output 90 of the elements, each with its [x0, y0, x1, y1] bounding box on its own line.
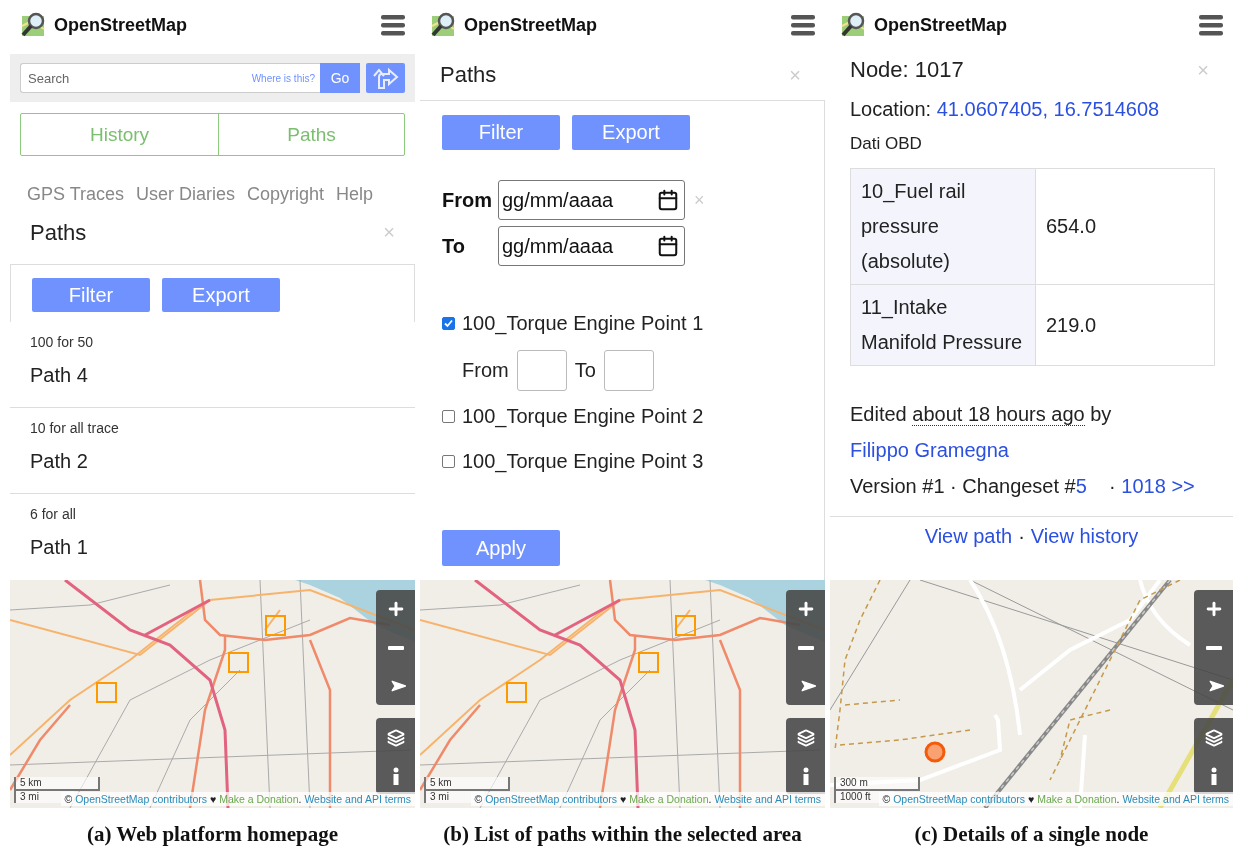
export-button[interactable]: Export: [572, 115, 690, 150]
info-icon: [801, 767, 810, 785]
export-button[interactable]: Export: [162, 278, 280, 312]
sensor-label: 100_Torque Engine Point 2: [462, 404, 704, 428]
search-field[interactable]: Search Where is this?: [20, 63, 320, 93]
attribution-link[interactable]: OpenStreetMap contributors: [893, 793, 1026, 805]
donation-link[interactable]: Make a Donation: [629, 793, 709, 805]
location-text: Location: 41.0607405, 16.7514608: [849, 97, 1161, 122]
attribution-link[interactable]: OpenStreetMap contributors: [485, 793, 618, 805]
calendar-icon[interactable]: [657, 189, 679, 211]
map-attribution: © OpenStreetMap contributors ♥ Make a Donation. Website and API terms: [878, 792, 1233, 806]
attribution-link[interactable]: Website and API terms: [304, 793, 411, 805]
section-title: Dati OBD: [850, 134, 922, 153]
figure-caption: (a) Web platform homepage: [86, 822, 339, 847]
path-name: Path 1: [30, 536, 89, 559]
layers-icon: [796, 729, 815, 747]
path-description: 100 for 50: [30, 334, 95, 350]
calendar-icon[interactable]: [657, 235, 679, 257]
where-is-this-link[interactable]: Where is this?: [251, 72, 315, 84]
donation-link[interactable]: Make a Donation: [219, 793, 299, 805]
sidebar-title: Paths: [440, 62, 497, 88]
nav-link[interactable]: User Diaries: [136, 183, 236, 205]
directions-icon: [372, 67, 399, 89]
apply-button[interactable]: Apply: [442, 530, 560, 566]
app-title[interactable]: OpenStreetMap: [874, 14, 1193, 36]
path-description: 6 for all: [30, 506, 77, 522]
filter-button[interactable]: Filter: [442, 115, 560, 150]
minus-icon: [1205, 645, 1222, 650]
user-link[interactable]: Filippo Gramegna: [850, 439, 1009, 461]
date-field[interactable]: gg/mm/aaaa: [498, 180, 685, 220]
range-to-field[interactable]: [603, 350, 654, 391]
app-title[interactable]: OpenStreetMap: [464, 14, 785, 36]
path-list-item[interactable]: 100 for 50 Path 4: [10, 322, 415, 408]
checkbox[interactable]: [442, 454, 455, 468]
menu-icon[interactable]: [381, 14, 405, 36]
date-label: To: [442, 234, 466, 258]
map-attribution: © OpenStreetMap contributors ♥ Make a Donation. Website and API terms: [470, 792, 825, 806]
figure-caption: (c) Details of a single node: [913, 822, 1150, 847]
nav-link[interactable]: GPS Traces: [27, 183, 125, 205]
attribution-link[interactable]: OpenStreetMap contributors: [75, 793, 208, 805]
edited-text: Edited about 18 hours ago by Filippo Gramegna: [849, 402, 1113, 463]
view-history-link[interactable]: View history: [1030, 525, 1139, 548]
changeset-link[interactable]: 5: [1075, 475, 1087, 497]
sidebar-title: Paths: [30, 219, 87, 246]
menu-icon[interactable]: [1199, 14, 1223, 36]
attribution-link[interactable]: Website and API terms: [714, 793, 821, 805]
menu-icon[interactable]: [791, 14, 815, 36]
checkbox[interactable]: [442, 409, 455, 423]
path-description: 10 for all trace: [30, 420, 120, 436]
figure-caption: (b) List of paths within the selected area: [442, 822, 803, 847]
separator-dot: ·: [1018, 525, 1025, 548]
view-path-link[interactable]: View path: [924, 525, 1013, 548]
node-title: Node: 1017: [850, 57, 964, 83]
checkbox[interactable]: [442, 316, 455, 330]
table-cell: 11_Intake Manifold Pressure: [851, 285, 1036, 366]
nav-link[interactable]: Help: [336, 183, 374, 205]
minus-icon: [797, 645, 814, 650]
table-cell: 10_Fuel rail pressure (absolute): [851, 169, 1036, 285]
attribution-link[interactable]: Website and API terms: [1122, 793, 1229, 805]
go-button[interactable]: Go: [320, 63, 360, 93]
version-text: Version #1 · Changeset #5 · 1018 >>: [849, 474, 1196, 499]
info-icon: [391, 767, 400, 785]
tab[interactable]: History: [21, 114, 219, 155]
sensor-label: 100_Torque Engine Point 1: [462, 311, 704, 335]
range-label: From: [462, 359, 509, 382]
coordinates-link[interactable]: 41.0607405, 16.7514608: [936, 98, 1160, 120]
path-list-item[interactable]: 10 for all trace Path 2: [10, 408, 415, 494]
path-list-item[interactable]: 6 for all Path 1: [10, 494, 415, 580]
path-name: Path 2: [30, 450, 89, 473]
range-label: To: [574, 359, 596, 382]
sensor-label: 100_Torque Engine Point 3: [462, 449, 704, 473]
map-attribution: © OpenStreetMap contributors ♥ Make a Donation. Website and API terms: [60, 792, 415, 806]
date-label: From: [442, 188, 493, 212]
date-field[interactable]: gg/mm/aaaa: [498, 226, 685, 266]
layers-icon: [386, 729, 405, 747]
range-from-field[interactable]: [516, 350, 567, 391]
scale-label: 300 m: [834, 777, 920, 791]
donation-link[interactable]: Make a Donation: [1037, 793, 1117, 805]
nav-link[interactable]: Copyright: [247, 183, 325, 205]
info-icon: [1209, 767, 1218, 785]
layers-icon: [1204, 729, 1223, 747]
scale-label: 5 km: [14, 777, 100, 791]
filter-button[interactable]: Filter: [32, 278, 150, 312]
next-node-link[interactable]: 1018 >>: [1121, 475, 1195, 497]
scale-label: 5 km: [424, 777, 510, 791]
tab[interactable]: Paths: [219, 114, 404, 155]
map-drawing[interactable]: [830, 580, 1233, 808]
minus-icon: [387, 645, 404, 650]
path-name: Path 4: [30, 364, 89, 387]
app-title[interactable]: OpenStreetMap: [54, 14, 375, 36]
